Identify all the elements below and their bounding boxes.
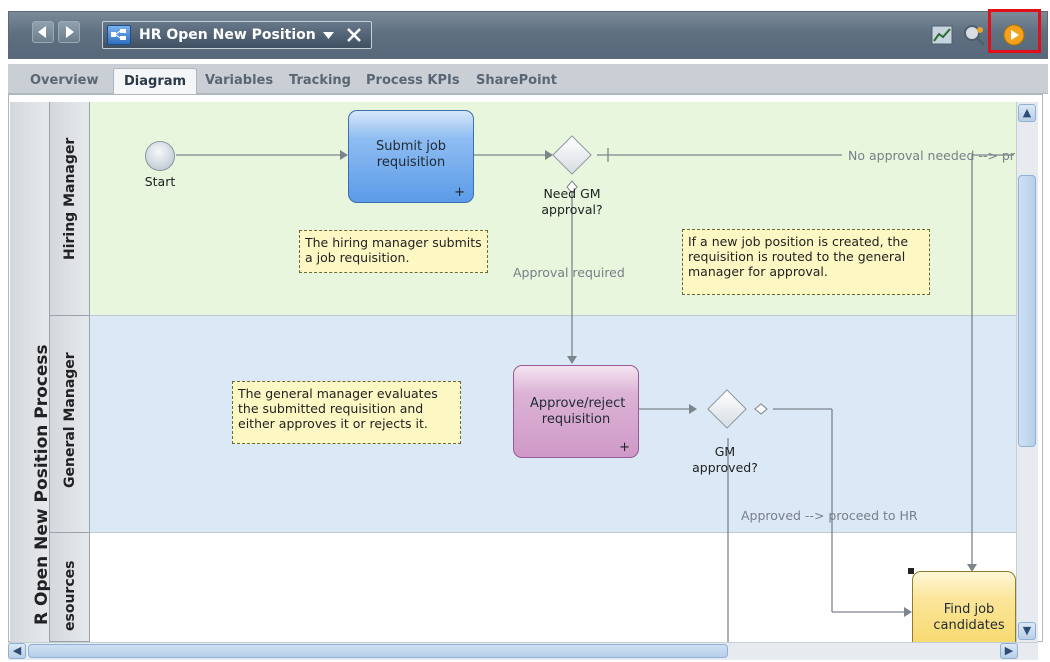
gateway-label: GM approved? — [692, 444, 758, 475]
task-submit-job-requisition[interactable]: Submit job requisition + — [348, 110, 474, 203]
start-event[interactable] — [145, 141, 175, 171]
expand-marker[interactable]: + — [454, 185, 465, 200]
task-approve-reject-requisition[interactable]: Approve/reject requisition + — [513, 365, 639, 458]
flow-connectors — [176, 148, 1014, 642]
flow-label-no-approval: No approval needed --> pr — [848, 148, 1015, 163]
scroll-up-icon[interactable]: ▲ — [1018, 104, 1036, 122]
scroll-down-icon[interactable]: ▼ — [1018, 622, 1036, 640]
vertical-scroll-thumb[interactable] — [1018, 175, 1036, 447]
task-label: Submit job requisition — [375, 139, 447, 170]
task-label: Find job candidates — [933, 602, 1005, 633]
flow-label-approved: Approved --> proceed to HR — [741, 508, 918, 523]
annotation-note: If a new job position is created, the re… — [682, 229, 930, 295]
horizontal-scroll-thumb[interactable] — [28, 644, 728, 658]
gateway-label: Need GM approval? — [541, 186, 603, 217]
flow-label-approval-required: Approval required — [513, 265, 625, 280]
task-find-job-candidates[interactable]: Find job candidates — [912, 571, 1016, 651]
annotation-note: The hiring manager submits a job requisi… — [299, 230, 488, 273]
scroll-left-icon[interactable]: ◀ — [8, 643, 26, 659]
start-event-label: Start — [144, 174, 176, 189]
expand-marker[interactable]: + — [619, 440, 630, 455]
annotation-note: The general manager evaluates the submit… — [232, 381, 461, 444]
selection-handle[interactable] — [908, 568, 914, 574]
scroll-right-icon[interactable]: ▶ — [1000, 643, 1018, 659]
task-label: Approve/reject requisition — [530, 396, 626, 427]
